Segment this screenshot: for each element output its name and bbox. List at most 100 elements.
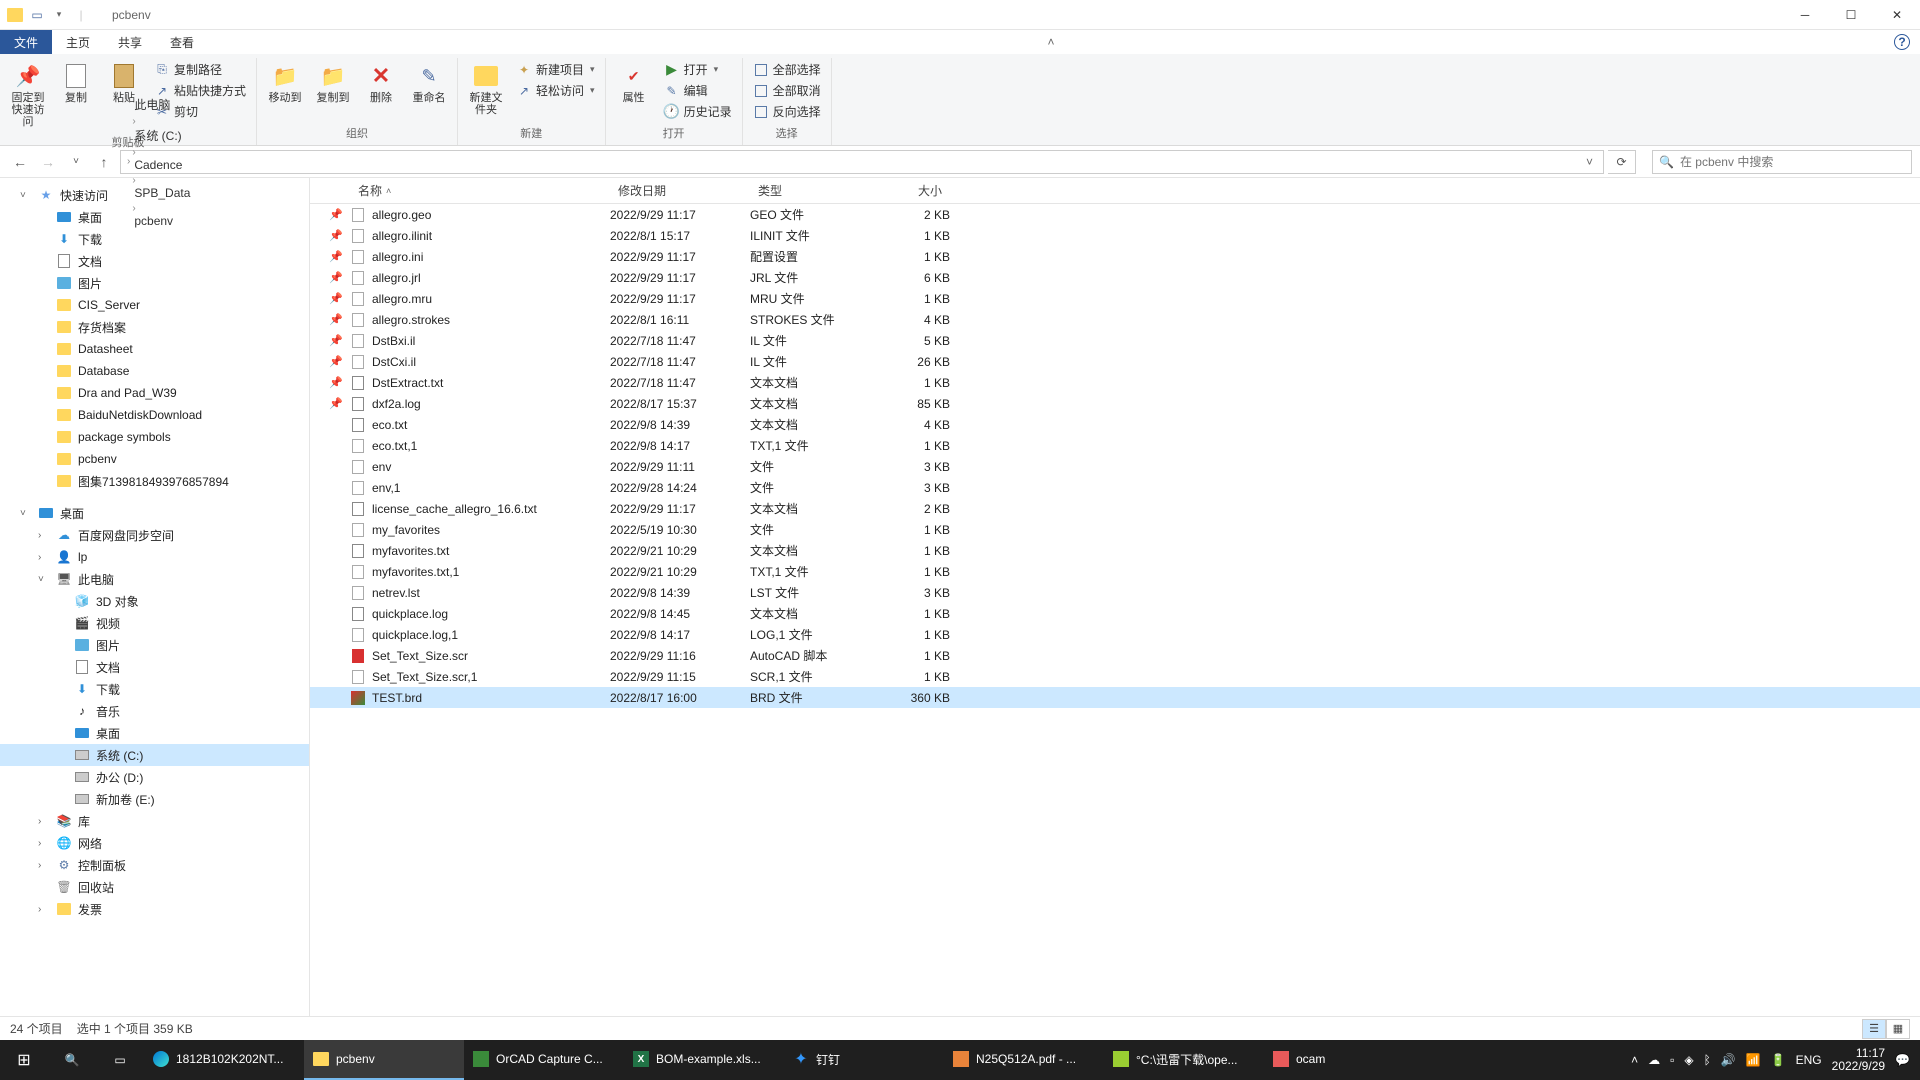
nav-item[interactable]: ›👤lp xyxy=(0,546,309,568)
ribbon-collapse-icon[interactable]: ˄ xyxy=(1038,30,1064,54)
open-button[interactable]: ▶打开▾ xyxy=(660,60,736,79)
nav-item[interactable]: BaiduNetdiskDownload xyxy=(0,404,309,426)
history-button[interactable]: 🕐历史记录 xyxy=(660,102,736,121)
column-name[interactable]: 名称˄ xyxy=(350,182,610,199)
nav-item[interactable]: ⬇下载 xyxy=(0,678,309,700)
nav-item[interactable]: 图片 xyxy=(0,272,309,294)
nav-item[interactable]: Dra and Pad_W39 xyxy=(0,382,309,404)
help-icon[interactable]: ? xyxy=(1894,34,1910,50)
file-row[interactable]: Set_Text_Size.scr 2022/9/29 11:16AutoCAD… xyxy=(310,645,1920,666)
notifications-icon[interactable]: 💬 xyxy=(1895,1053,1910,1067)
nav-item[interactable]: package symbols xyxy=(0,426,309,448)
nav-item[interactable]: ›⚙控制面板 xyxy=(0,854,309,876)
breadcrumb-2[interactable]: Cadence xyxy=(132,158,192,172)
new-folder-button[interactable]: 新建文件夹 xyxy=(464,58,508,120)
tray-ime-icon[interactable]: ENG xyxy=(1796,1053,1822,1067)
file-row[interactable]: 📌 allegro.ilinit 2022/8/1 15:17ILINIT 文件… xyxy=(310,225,1920,246)
tray-chevron-icon[interactable]: ˄ xyxy=(1631,1053,1638,1067)
select-none-button[interactable]: 全部取消 xyxy=(749,81,825,100)
tab-home[interactable]: 主页 xyxy=(52,30,104,54)
tray-app-icon[interactable]: ▫ xyxy=(1670,1053,1674,1067)
taskbar-app[interactable]: ✦钉钉 xyxy=(784,1040,944,1080)
maximize-button[interactable]: ☐ xyxy=(1828,0,1874,30)
taskbar-app[interactable]: ocam xyxy=(1264,1040,1424,1080)
file-row[interactable]: my_favorites 2022/5/19 10:30文件1 KB xyxy=(310,519,1920,540)
nav-item[interactable]: ›☁百度网盘同步空间 xyxy=(0,524,309,546)
file-row[interactable]: env 2022/9/29 11:11文件3 KB xyxy=(310,456,1920,477)
qat-dropdown-icon[interactable]: ▾ xyxy=(50,6,68,24)
file-row[interactable]: quickplace.log,1 2022/9/8 14:17LOG,1 文件1… xyxy=(310,624,1920,645)
nav-item[interactable]: Database xyxy=(0,360,309,382)
file-row[interactable]: quickplace.log 2022/9/8 14:45文本文档1 KB xyxy=(310,603,1920,624)
copy-to-button[interactable]: 📁复制到 xyxy=(311,58,355,108)
properties-button[interactable]: ✔属性 xyxy=(612,58,656,108)
nav-item[interactable]: 桌面 xyxy=(0,722,309,744)
search-button[interactable]: 🔍 xyxy=(48,1040,96,1080)
nav-item[interactable]: 文档 xyxy=(0,656,309,678)
view-details-button[interactable]: ☰ xyxy=(1862,1019,1886,1039)
start-button[interactable]: ⊞ xyxy=(0,1040,48,1080)
nav-item[interactable]: 存货档案 xyxy=(0,316,309,338)
recent-dropdown[interactable]: ˅ xyxy=(64,150,88,174)
qat-properties-icon[interactable]: ▭ xyxy=(28,6,46,24)
up-button[interactable]: ↑ xyxy=(92,150,116,174)
tray-battery-icon[interactable]: 🔋 xyxy=(1771,1053,1786,1067)
file-row[interactable]: 📌 allegro.mru 2022/9/29 11:17MRU 文件1 KB xyxy=(310,288,1920,309)
taskbar-app[interactable]: XBOM-example.xls... xyxy=(624,1040,784,1080)
file-row[interactable]: Set_Text_Size.scr,1 2022/9/29 11:15SCR,1… xyxy=(310,666,1920,687)
taskbar-app[interactable]: 1812B102K202NT... xyxy=(144,1040,304,1080)
nav-item[interactable]: ˅🖥此电脑 xyxy=(0,568,309,590)
nav-item[interactable]: ˅桌面 xyxy=(0,502,309,524)
address-dropdown-icon[interactable]: ˅ xyxy=(1580,155,1599,169)
file-row[interactable]: netrev.lst 2022/9/8 14:39LST 文件3 KB xyxy=(310,582,1920,603)
nav-item[interactable]: 🎬视频 xyxy=(0,612,309,634)
edit-button[interactable]: ✎编辑 xyxy=(660,81,736,100)
task-view-button[interactable]: ▭ xyxy=(96,1040,144,1080)
taskbar-clock[interactable]: 11:17 2022/9/29 xyxy=(1832,1047,1885,1073)
nav-item[interactable]: ›🌐网络 xyxy=(0,832,309,854)
file-row[interactable]: myfavorites.txt,1 2022/9/21 10:29TXT,1 文… xyxy=(310,561,1920,582)
nav-item[interactable]: ›发票 xyxy=(0,898,309,920)
close-button[interactable]: ✕ xyxy=(1874,0,1920,30)
tab-view[interactable]: 查看 xyxy=(156,30,208,54)
nav-item[interactable]: ˅★快速访问 xyxy=(0,184,309,206)
file-row[interactable]: 📌 allegro.strokes 2022/8/1 16:11STROKES … xyxy=(310,309,1920,330)
taskbar-app[interactable]: OrCAD Capture C... xyxy=(464,1040,624,1080)
minimize-button[interactable]: ─ xyxy=(1782,0,1828,30)
file-row[interactable]: eco.txt 2022/9/8 14:39文本文档4 KB xyxy=(310,414,1920,435)
select-all-button[interactable]: 全部选择 xyxy=(749,60,825,79)
copy-button[interactable]: 复制 xyxy=(54,58,98,108)
copy-path-button[interactable]: ⎘复制路径 xyxy=(150,60,250,79)
tab-file[interactable]: 文件 xyxy=(0,30,52,54)
file-row[interactable]: 📌 allegro.jrl 2022/9/29 11:17JRL 文件6 KB xyxy=(310,267,1920,288)
nav-item[interactable]: 系统 (C:) xyxy=(0,744,309,766)
taskbar-app[interactable]: °C:\迅雷下载\ope... xyxy=(1104,1040,1264,1080)
address-bar[interactable]: › 此电脑›系统 (C:)›Cadence›SPB_Data›pcbenv ˅ xyxy=(120,150,1604,174)
tab-share[interactable]: 共享 xyxy=(104,30,156,54)
invert-selection-button[interactable]: 反向选择 xyxy=(749,102,825,121)
file-row[interactable]: license_cache_allegro_16.6.txt 2022/9/29… xyxy=(310,498,1920,519)
nav-item[interactable]: 新加卷 (E:) xyxy=(0,788,309,810)
nav-item[interactable]: 桌面 xyxy=(0,206,309,228)
tray-volume-icon[interactable]: 🔊 xyxy=(1721,1053,1736,1067)
file-row[interactable]: 📌 DstBxi.il 2022/7/18 11:47IL 文件5 KB xyxy=(310,330,1920,351)
tray-bluetooth-icon[interactable]: ᛒ xyxy=(1704,1053,1711,1067)
nav-item[interactable]: 图片 xyxy=(0,634,309,656)
file-row[interactable]: 📌 DstExtract.txt 2022/7/18 11:47文本文档1 KB xyxy=(310,372,1920,393)
nav-item[interactable]: 图集7139818493976857894 xyxy=(0,470,309,492)
nav-item[interactable]: 办公 (D:) xyxy=(0,766,309,788)
search-input[interactable] xyxy=(1680,155,1905,169)
nav-item[interactable]: ♪音乐 xyxy=(0,700,309,722)
pin-quick-access-button[interactable]: 📌固定到快速访问 xyxy=(6,58,50,132)
file-row[interactable]: myfavorites.txt 2022/9/21 10:29文本文档1 KB xyxy=(310,540,1920,561)
nav-item[interactable]: ›📚库 xyxy=(0,810,309,832)
nav-item[interactable]: 文档 xyxy=(0,250,309,272)
delete-button[interactable]: ✕删除 xyxy=(359,58,403,108)
nav-item[interactable]: ⬇下载 xyxy=(0,228,309,250)
breadcrumb-0[interactable]: 此电脑 xyxy=(132,96,192,113)
column-size[interactable]: 大小 xyxy=(870,182,950,199)
move-to-button[interactable]: 📁移动到 xyxy=(263,58,307,108)
taskbar-app[interactable]: N25Q512A.pdf - ... xyxy=(944,1040,1104,1080)
file-row[interactable]: 📌 allegro.ini 2022/9/29 11:17配置设置1 KB xyxy=(310,246,1920,267)
file-row[interactable]: env,1 2022/9/28 14:24文件3 KB xyxy=(310,477,1920,498)
